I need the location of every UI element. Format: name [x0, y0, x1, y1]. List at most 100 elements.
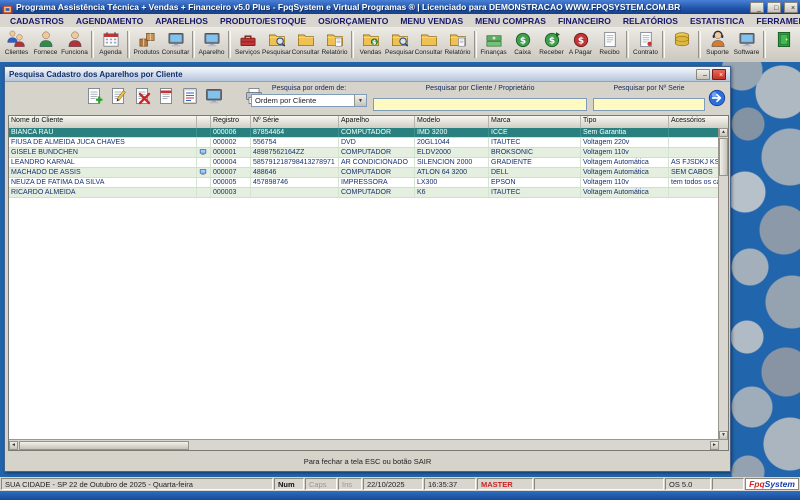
taskbar-strip — [0, 491, 800, 500]
toolbar-button-funciona[interactable]: Funciona — [60, 29, 89, 61]
vertical-scroll-thumb[interactable] — [719, 138, 728, 176]
menu-item-ferramentas[interactable]: FERRAMENTAS — [750, 16, 800, 26]
delete-record-button[interactable] — [131, 86, 153, 108]
toolbar-button-relat-rio[interactable]: Relatório — [320, 29, 349, 61]
maximize-button[interactable]: □ — [767, 1, 781, 13]
toolbar-button-servi-os[interactable]: Serviços — [233, 29, 262, 61]
menu-item-aparelhos[interactable]: APARELHOS — [149, 16, 214, 26]
grid-header-cell[interactable]: Modelo — [415, 116, 489, 128]
toolbar-button-relat-rio[interactable]: Relatório — [443, 29, 472, 61]
toolbar-button-agenda[interactable]: Agenda — [96, 29, 125, 61]
toolbar-separator — [127, 31, 130, 58]
status-panel-master: MASTER — [477, 478, 533, 490]
dialog-minimize-button[interactable]: – — [696, 68, 710, 80]
device-mini-icon — [197, 128, 211, 137]
menu-item-produto-estoque[interactable]: PRODUTO/ESTOQUE — [214, 16, 312, 26]
grid-cell: 000001 — [211, 148, 251, 157]
toolbar-button-vendas[interactable]: $ Vendas — [356, 29, 385, 61]
scroll-right-icon[interactable]: ► — [710, 441, 719, 450]
order-select[interactable]: Ordem por Cliente ▼ — [251, 94, 367, 107]
report-button[interactable] — [155, 86, 177, 108]
toolbar-button-aparelho[interactable]: Aparelho — [197, 29, 226, 61]
vertical-scrollbar[interactable]: ▲ ▼ — [718, 128, 728, 440]
toolbar-button-software[interactable]: Software — [732, 29, 761, 61]
grid-header-cell[interactable]: Marca — [489, 116, 581, 128]
scroll-up-icon[interactable]: ▲ — [719, 128, 728, 137]
grid-header-cell[interactable]: Tipo — [581, 116, 669, 128]
horizontal-scrollbar[interactable]: ◄ ► — [9, 439, 719, 450]
menu-item-estatistica[interactable]: ESTATISTICA — [684, 16, 750, 26]
toolbar-button-clientes[interactable]: Clientes — [2, 29, 31, 61]
new-record-button[interactable] — [83, 86, 105, 108]
toolbar-separator — [228, 31, 231, 58]
table-row[interactable]: BIANCA RAU 000006 87854464 COMPUTADOR IMD 32… — [9, 128, 719, 138]
toolbar-button-consultar[interactable]: Consultar — [161, 29, 190, 61]
menu-item-cadastros[interactable]: CADASTROS — [4, 16, 70, 26]
grid-header-cell[interactable] — [197, 116, 211, 128]
toolbar-button-exit-icon[interactable] — [769, 29, 798, 61]
dialog-close-button[interactable]: × — [712, 68, 726, 80]
grid-header-cell[interactable]: Nº Série — [251, 116, 339, 128]
list-button[interactable] — [179, 86, 201, 108]
mdi-desktop: Pesquisa Cadastro dos Aparelhos por Clie… — [0, 62, 800, 477]
close-button[interactable]: × — [784, 1, 798, 13]
table-row[interactable]: LEANDRO KARNAL 000004 58579121879841327897… — [9, 158, 719, 168]
toolbar-button-contrato[interactable]: Contrato — [631, 29, 660, 61]
toolbar-button-suporte[interactable]: Suporte — [703, 29, 732, 61]
toolbar-button-receber[interactable]: $ Receber — [537, 29, 566, 61]
grid-cell: ITAUTEC — [489, 138, 581, 147]
grid-cell: Sem Garantia — [581, 128, 669, 137]
edit-record-icon — [108, 86, 128, 109]
menu-bar: CADASTROS AGENDAMENTO APARELHOS PRODUTO/EST… — [0, 14, 800, 28]
toolbar-button-finan-as[interactable]: Finanças — [479, 29, 508, 61]
table-row[interactable]: MACHADO DE ASSIS 000007 488646 COMPUTADOR AT… — [9, 168, 719, 178]
toolbar-button-pesquisar[interactable]: Pesquisar — [262, 29, 291, 61]
toolbar-button-consultar[interactable]: Consultar — [414, 29, 443, 61]
serie-search-input[interactable] — [593, 98, 705, 111]
toolbar-button-caixa[interactable]: $ Caixa — [508, 29, 537, 61]
chevron-down-icon[interactable]: ▼ — [354, 95, 366, 106]
table-row[interactable]: FIUSA DE ALMEIDA JUCA CHAVES 000002 556754… — [9, 138, 719, 148]
toolbar-button-fornece[interactable]: Fornece — [31, 29, 60, 61]
horizontal-scroll-thumb[interactable] — [19, 441, 189, 450]
toolbar-button-consultar[interactable]: Consultar — [291, 29, 320, 61]
menu-item-os-or-amento[interactable]: OS/ORÇAMENTO — [312, 16, 394, 26]
table-row[interactable]: GISELE BUNDCHEN 000001 48987562164ZZ COMPUT… — [9, 148, 719, 158]
toolbar-button-coins-icon[interactable] — [667, 29, 696, 61]
scroll-down-icon[interactable]: ▼ — [719, 431, 728, 440]
client-search-input[interactable] — [373, 98, 587, 111]
toolbar-button-label: Contrato — [633, 48, 658, 56]
receipt-icon — [600, 30, 620, 50]
toolbar-button-label: Relatório — [321, 48, 348, 56]
device-small-button[interactable] — [203, 86, 225, 108]
grid-cell: Voltagem 220v — [581, 138, 669, 147]
menu-item-menu-vendas[interactable]: MENU VENDAS — [394, 16, 469, 26]
minimize-button[interactable]: _ — [750, 1, 764, 13]
grid-header-cell[interactable]: Acessórios — [669, 116, 728, 128]
toolbar-button-produtos[interactable]: Produtos — [132, 29, 161, 61]
status-bar: SUA CIDADE - SP 22 de Outubro de 2025 - … — [0, 477, 800, 491]
edit-record-button[interactable] — [107, 86, 129, 108]
menu-item-financeiro[interactable]: FINANCEIRO — [552, 16, 617, 26]
go-arrow-icon — [708, 89, 726, 110]
serie-search-label: Pesquisar por Nº Serie — [613, 85, 685, 92]
table-row[interactable]: NEUZA DE FATIMA DA SILVA 000005 457898746 I… — [9, 178, 719, 188]
main-toolbar: Clientes Fornece Funciona Agenda Produtos Con… — [0, 27, 800, 63]
grid-cell: Voltagem Automática — [581, 168, 669, 177]
toolbar-button-a-pagar[interactable]: $ A Pagar — [566, 29, 595, 61]
menu-item-menu-compras[interactable]: MENU COMPRAS — [469, 16, 552, 26]
scroll-left-icon[interactable]: ◄ — [9, 441, 18, 450]
grid-cell: EPSON — [489, 178, 581, 187]
toolbar-button-recibo[interactable]: Recibo — [595, 29, 624, 61]
toolbar-button-pesquisar[interactable]: Pesquisar — [385, 29, 414, 61]
search-go-button[interactable] — [708, 89, 726, 107]
menu-item-agendamento[interactable]: AGENDAMENTO — [70, 16, 149, 26]
table-row[interactable]: RICARDO ALMEIDA 000003 COMPUTADOR K6 ITAUTEC… — [9, 188, 719, 198]
pay-icon: $ — [571, 30, 591, 50]
grid-header-cell[interactable]: Registro — [211, 116, 251, 128]
grid-header-cell[interactable]: Aparelho — [339, 116, 415, 128]
grid-header-cell[interactable]: Nome do Cliente — [9, 116, 197, 128]
folder-icon — [296, 30, 316, 50]
device-mini-icon — [197, 168, 211, 177]
menu-item-relat-rios[interactable]: RELATÓRIOS — [617, 16, 684, 26]
